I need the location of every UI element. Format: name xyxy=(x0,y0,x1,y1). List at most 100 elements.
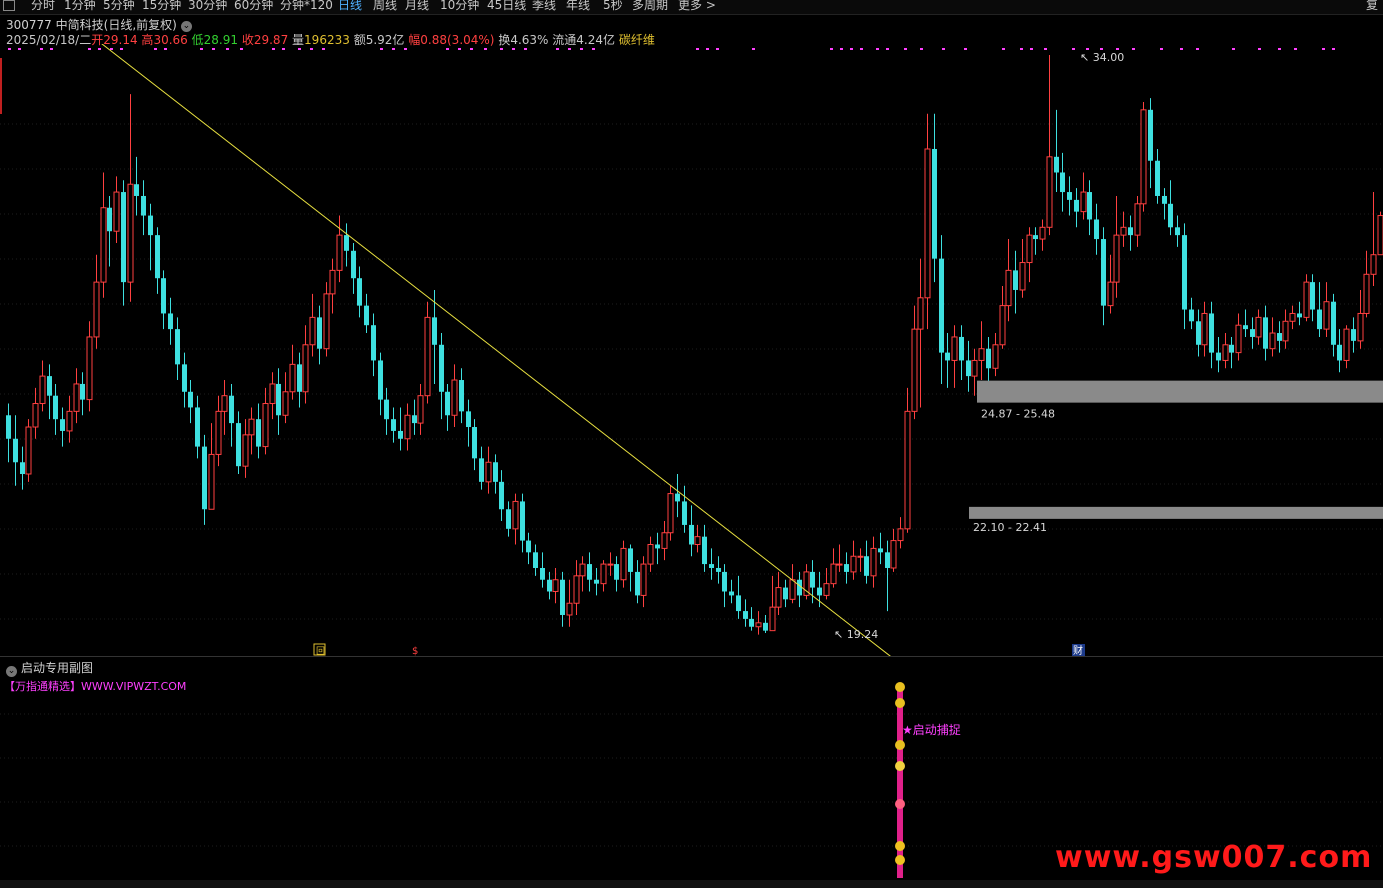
period-tab-10[interactable]: 10分钟 xyxy=(440,0,479,11)
candle-body xyxy=(53,395,58,420)
candle-body xyxy=(870,547,877,577)
candle-body xyxy=(594,579,599,584)
candle-body xyxy=(694,536,701,545)
back-marker: 回 xyxy=(316,646,325,656)
candle-body xyxy=(1067,192,1072,200)
candle-body xyxy=(1196,321,1201,345)
event-dot xyxy=(556,48,559,50)
candle-body xyxy=(607,563,614,566)
candle-body xyxy=(242,434,249,467)
period-tab-5[interactable]: 60分钟 xyxy=(234,0,273,11)
period-tab-13[interactable]: 年线 xyxy=(566,0,590,11)
candle-body xyxy=(236,423,241,467)
candle-body xyxy=(1331,301,1336,345)
event-dot xyxy=(1322,48,1325,50)
candle-body xyxy=(1269,332,1276,350)
event-dot xyxy=(1086,48,1089,50)
period-tab-6[interactable]: 分钟*120 xyxy=(280,0,333,11)
event-dot xyxy=(1294,48,1297,50)
event-dot xyxy=(272,48,275,50)
event-dot xyxy=(1072,48,1075,50)
period-tab-16[interactable]: 更多 > xyxy=(678,0,716,11)
max-price-label: ↖ 34.00 xyxy=(1080,51,1124,64)
event-dot xyxy=(830,48,833,50)
candle-body xyxy=(547,579,552,592)
event-dot xyxy=(512,48,515,50)
zone-label: 24.87 - 25.48 xyxy=(981,408,1055,421)
period-tab-9[interactable]: 月线 xyxy=(405,0,429,11)
candle-body xyxy=(769,606,776,632)
event-dot xyxy=(98,48,101,50)
candle-body xyxy=(289,363,296,393)
candle-body xyxy=(587,564,592,580)
event-dot xyxy=(592,48,595,50)
period-tab-0[interactable]: 分时 xyxy=(31,0,55,11)
candle-body xyxy=(445,391,450,416)
event-dot xyxy=(404,48,407,50)
period-tab-4[interactable]: 30分钟 xyxy=(188,0,227,11)
candle-body xyxy=(614,564,619,580)
butterfly-icon xyxy=(895,698,905,708)
candle-body xyxy=(1337,344,1342,361)
candle-body xyxy=(378,360,383,400)
candle-body xyxy=(86,336,93,401)
candle-body xyxy=(221,395,228,412)
candle-body xyxy=(959,336,964,361)
period-tab-8[interactable]: 周线 xyxy=(373,0,397,11)
candlestick-chart[interactable]: 24.87 - 25.48 22.10 - 22.41 ↖ 34.00 ↖ 19.24… xyxy=(0,44,1383,656)
candle-body xyxy=(412,415,417,424)
period-tab-1[interactable]: 1分钟 xyxy=(64,0,96,11)
candle-body xyxy=(1222,344,1229,361)
period-tab-15[interactable]: 多周期 xyxy=(632,0,668,11)
candle-body xyxy=(499,481,504,510)
candle-body xyxy=(73,383,80,412)
candle-body xyxy=(371,325,376,361)
candle-body xyxy=(675,493,680,502)
candle-body xyxy=(148,215,153,236)
candle-body xyxy=(520,501,525,541)
period-tab-3[interactable]: 15分钟 xyxy=(142,0,181,11)
period-tab-12[interactable]: 季线 xyxy=(532,0,556,11)
candle-body xyxy=(364,305,369,326)
candle-body xyxy=(1013,270,1018,290)
panel-toggle-icon[interactable] xyxy=(3,0,15,11)
candle-body xyxy=(309,316,316,346)
coin-icon xyxy=(895,855,905,865)
candle-body xyxy=(1323,301,1330,330)
candle-body xyxy=(417,395,424,424)
period-tab-2[interactable]: 5分钟 xyxy=(103,0,135,11)
candle-body xyxy=(1148,109,1153,161)
candle-body xyxy=(13,438,18,463)
candle-body xyxy=(262,403,269,448)
candle-body xyxy=(951,336,958,361)
restore-button[interactable]: 复 xyxy=(1366,0,1378,11)
candle-body xyxy=(1201,312,1208,346)
event-dot xyxy=(752,48,755,50)
candle-body xyxy=(66,410,73,432)
candle-body xyxy=(736,595,741,612)
event-dot xyxy=(1030,48,1033,50)
candle-body xyxy=(966,360,971,377)
candle-body xyxy=(113,191,120,232)
event-dot xyxy=(310,48,313,50)
candle-body xyxy=(749,618,754,627)
candle-body xyxy=(1317,309,1322,330)
event-dot xyxy=(164,48,167,50)
period-tab-11[interactable]: 45日线 xyxy=(487,0,526,11)
event-dot xyxy=(696,48,699,50)
candle-body xyxy=(1107,281,1114,307)
event-dot xyxy=(964,48,967,50)
candle-body xyxy=(775,587,782,608)
event-dot xyxy=(200,48,203,50)
candle-body xyxy=(1087,192,1092,220)
candle-body xyxy=(1310,282,1315,310)
period-tab-7[interactable]: 日线 xyxy=(338,0,362,11)
event-dot xyxy=(484,48,487,50)
period-tab-14[interactable]: 5秒 xyxy=(603,0,623,11)
candle-body xyxy=(533,552,538,568)
event-dot xyxy=(524,48,527,50)
event-dot xyxy=(1278,48,1281,50)
candle-body xyxy=(20,462,25,475)
event-dot xyxy=(1100,48,1103,50)
candle-body xyxy=(836,563,843,566)
